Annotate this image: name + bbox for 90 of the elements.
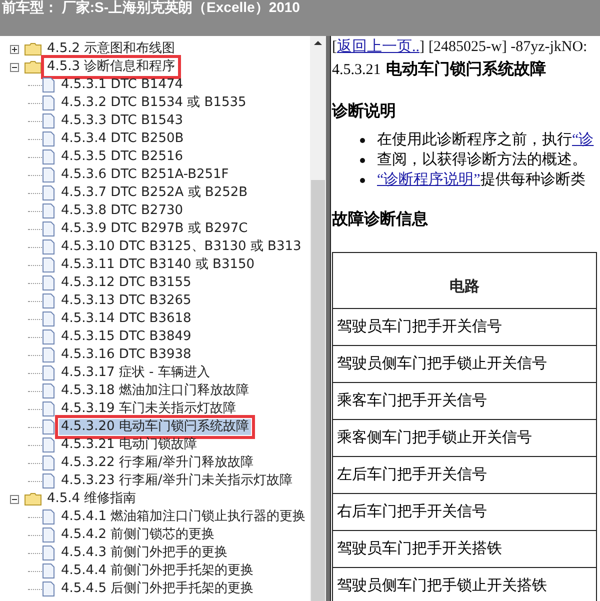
table-cell: 驾驶员侧车门把手锁止开关搭铁 (332, 568, 596, 601)
collapse-icon[interactable] (10, 494, 19, 504)
document-icon (42, 257, 55, 273)
tree-item[interactable]: 4.5.2 示意图和布线图 (45, 41, 178, 57)
document-icon (42, 149, 55, 165)
document-icon (42, 347, 55, 363)
column-header: 电路 (332, 252, 596, 308)
document-icon (42, 581, 55, 597)
table-cell: 乘客侧车门把手锁止开关信号 (332, 420, 596, 456)
tree-item[interactable]: 4.5.3.23 行李厢/举升门未关指示灯故障 (59, 473, 294, 489)
tree-item[interactable]: 4.5.3.17 症状 - 车辆进入 (59, 365, 212, 381)
tree-item[interactable]: 4.5.4.2 前侧门锁芯的更换 (59, 527, 217, 543)
table-cell: 驾驶员侧车门把手锁止开关信号 (332, 346, 596, 382)
tree-item[interactable]: 4.5.3.7 DTC B252A 或 B252B (59, 185, 250, 201)
tree-item[interactable]: 4.5.3.12 DTC B3155 (59, 275, 194, 291)
scrollbar-drawing[interactable] (310, 36, 326, 601)
document-icon (42, 167, 55, 183)
table-cell: 乘客车门把手开关信号 (332, 382, 596, 420)
section-heading: 故障诊断信息 (332, 209, 429, 230)
document-icon (42, 275, 55, 291)
tree-item[interactable]: 4.5.3.11 DTC B3140 或 B3150 (59, 257, 257, 273)
bullet-icon (360, 138, 365, 142)
tree-item[interactable]: 4.5.3.8 DTC B2730 (59, 203, 186, 219)
link[interactable]: “诊断程序说明” (377, 172, 480, 188)
tree-item[interactable]: 4.5.3.5 DTC B2516 (59, 149, 186, 165)
bracket-text: ] (420, 38, 424, 56)
tree-item[interactable]: 4.5.3.22 行李厢/举升门释放故障 (59, 455, 256, 471)
folder-icon (24, 60, 42, 74)
folder-icon (24, 492, 42, 506)
document-icon (42, 437, 55, 453)
tree-item[interactable]: 4.5.3.6 DTC B251A-B251F (59, 167, 231, 183)
table-cell: 驾驶员车门把手开关信号 (332, 308, 596, 346)
tree-item[interactable]: 4.5.3.10 DTC B3125、B3130 或 B313 (59, 239, 304, 255)
window-title: 前车型： 厂家:S-上海别克英朗（Excelle）2010 (2, 0, 300, 14)
document-icon (42, 527, 55, 543)
tree-item[interactable]: 4.5.3.15 DTC B3849 (59, 329, 194, 345)
document-icon (42, 77, 55, 93)
tree-item[interactable]: 4.5.4.3 前侧门外把手的更换 (59, 545, 230, 561)
document-id: [2485025-w] -87yz-jkNO: (428, 38, 588, 56)
document-icon (42, 509, 55, 525)
collapse-icon[interactable] (10, 62, 19, 72)
document-icon (42, 293, 55, 309)
tree-item[interactable]: 4.5.3.3 DTC B1543 (59, 113, 186, 129)
table-cell: 驾驶员车门把手开关搭铁 (332, 530, 596, 568)
document-icon (42, 419, 55, 435)
list-item-text: “诊断程序说明”提供每种诊断类 (377, 170, 586, 190)
tree-item[interactable]: 4.5.3.18 燃油加注口门释放故障 (59, 383, 251, 399)
expand-icon[interactable] (10, 44, 19, 54)
document-icon (42, 221, 55, 237)
section-heading: 诊断说明 (332, 102, 397, 122)
tree-item[interactable]: 4.5.3.13 DTC B3265 (59, 293, 194, 309)
folder-icon (24, 42, 42, 56)
back-link[interactable]: 返回上一页.. (337, 38, 420, 56)
tree-item[interactable]: 4.5.4 维修指南 (45, 491, 138, 507)
tree-item[interactable]: 4.5.3.21 电动门锁故障 (59, 437, 199, 453)
tree-item[interactable]: 4.5.3.16 DTC B3938 (59, 347, 194, 363)
link[interactable]: “诊 (572, 132, 594, 148)
tree-item[interactable]: 4.5.3.4 DTC B250B (59, 131, 186, 147)
tree-item[interactable]: 4.5.4.4 前侧门外把手托架的更换 (59, 563, 256, 579)
document-icon (42, 401, 55, 417)
bracket-text: [ (332, 38, 337, 56)
tree-item[interactable]: 4.5.3.14 DTC B3618 (59, 311, 194, 327)
document-icon (42, 329, 55, 345)
document-icon (42, 383, 55, 399)
tree-item[interactable]: 4.5.4.5 后侧门外把手托架的更换 (59, 581, 256, 597)
document-icon (42, 365, 55, 381)
document-icon (42, 311, 55, 327)
document-icon (42, 455, 55, 471)
tree-item[interactable]: 4.5.4.1 燃油箱加注口门锁止执行器的更换 (59, 509, 308, 525)
table-cell: 左后车门把手开关信号 (332, 456, 596, 494)
title-number: 4.5.3.21 (332, 61, 381, 80)
document-icon (42, 185, 55, 201)
tree-item[interactable]: 4.5.3.1 DTC B1474 (59, 77, 186, 93)
document-icon (42, 113, 55, 129)
document-icon (42, 563, 55, 579)
bullet-icon (360, 178, 365, 182)
document-icon (42, 239, 55, 255)
page-title: 电动车门锁闩系统故障 (386, 59, 546, 80)
document-icon (42, 545, 55, 561)
document-icon (42, 131, 55, 147)
list-item-text: 在使用此诊断程序之前，执行“诊 (377, 130, 594, 150)
document-icon (42, 203, 55, 219)
tree-item[interactable]: 4.5.3.9 DTC B297B 或 B297C (59, 221, 250, 237)
document-icon (42, 95, 55, 111)
document-icon (42, 473, 55, 489)
bullet-icon (360, 158, 365, 162)
tree-item[interactable]: 4.5.3.19 车门未关指示灯故障 (59, 401, 238, 417)
table-cell: 右后车门把手开关信号 (332, 494, 596, 530)
list-item-text: 查阅，以获得诊断方法的概述。 (377, 150, 587, 170)
tree-item[interactable]: 4.5.3.2 DTC B1534 或 B1535 (59, 95, 248, 111)
